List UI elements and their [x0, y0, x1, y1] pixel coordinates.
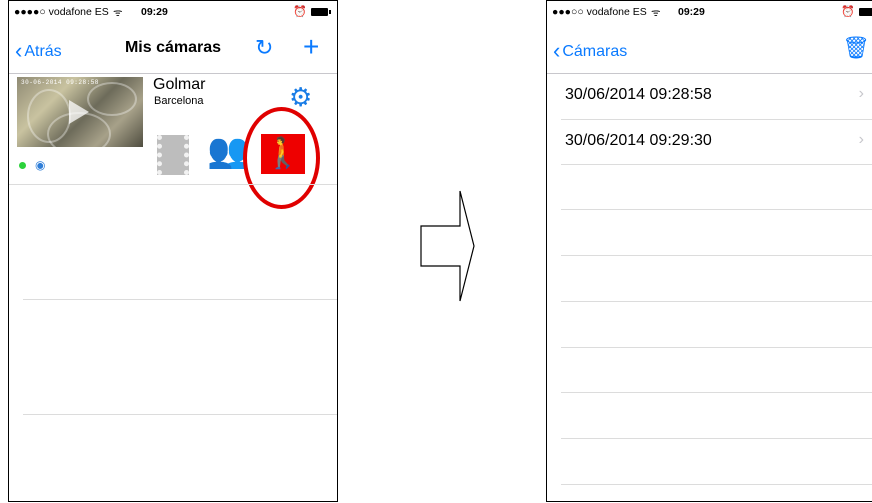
status-time: 09:29	[678, 6, 705, 18]
highlight-circle	[243, 107, 320, 209]
trash-icon[interactable]: 🗑	[842, 35, 870, 61]
row-separator	[561, 255, 872, 256]
recording-label: 30/06/2014 09:29:30	[565, 132, 712, 149]
back-button[interactable]: ‹ Cámaras	[553, 38, 627, 64]
row-separator	[9, 184, 337, 185]
status-bar: ●●●●○ vodafone ES ᯤ 09:29 ⏰	[9, 1, 337, 23]
left-screen: ●●●●○ vodafone ES ᯤ 09:29 ⏰ ‹ Atrás Mis c…	[8, 0, 338, 502]
row-separator	[23, 414, 337, 415]
globe-icon: ◉	[35, 158, 46, 172]
refresh-icon[interactable]: ↻	[255, 35, 273, 61]
add-icon[interactable]: +	[303, 31, 319, 63]
alarm-icon: ⏰	[841, 6, 855, 18]
row-separator	[561, 392, 872, 393]
row-separator	[561, 347, 872, 348]
chevron-left-icon: ‹	[553, 38, 561, 63]
thumbnail-timestamp: 30-06-2014 09:28:58	[21, 79, 99, 86]
arrow-right-icon	[420, 190, 475, 302]
carrier-label: ●●●●○ vodafone ES	[14, 6, 109, 18]
battery-icon	[311, 8, 331, 16]
chevron-right-icon: ›	[858, 131, 864, 148]
play-icon	[69, 100, 89, 124]
row-separator	[23, 299, 337, 300]
page-title: Mis cámaras	[124, 39, 222, 56]
camera-location: Barcelona	[154, 95, 204, 107]
camera-thumbnail[interactable]: 30-06-2014 09:28:58	[17, 77, 143, 147]
battery-icon	[859, 8, 872, 16]
right-screen: ●●●○○ vodafone ES ᯤ 09:29 ⏰ ‹ Cámaras 🗑 3…	[546, 0, 872, 502]
online-status-icon	[19, 162, 26, 169]
carrier-label: ●●●○○ vodafone ES	[552, 6, 647, 18]
gear-icon[interactable]: ⚙	[289, 84, 312, 110]
row-separator	[561, 164, 872, 165]
recording-label: 30/06/2014 09:28:58	[565, 86, 712, 103]
camera-list-item[interactable]: 30-06-2014 09:28:58 Golmar Barcelona ⚙ ◉…	[9, 74, 337, 209]
row-separator	[561, 438, 872, 439]
recording-item[interactable]: 30/06/2014 09:29:30 ›	[547, 120, 872, 165]
chevron-right-icon: ›	[858, 85, 864, 102]
status-bar: ●●●○○ vodafone ES ᯤ 09:29 ⏰	[547, 1, 872, 23]
alarm-icon: ⏰	[293, 6, 307, 18]
film-icon[interactable]	[157, 135, 189, 175]
row-separator	[561, 209, 872, 210]
wifi-icon: ᯤ	[113, 7, 123, 19]
back-button-label: Cámaras	[562, 43, 628, 60]
row-separator	[561, 301, 872, 302]
camera-name: Golmar	[153, 76, 206, 93]
recording-item[interactable]: 30/06/2014 09:28:58 ›	[547, 74, 872, 119]
status-time: 09:29	[141, 6, 168, 18]
navigation-bar: ‹ Atrás Mis cámaras ↻ +	[9, 23, 337, 74]
navigation-bar: ‹ Cámaras 🗑	[547, 23, 872, 74]
row-separator	[561, 484, 872, 485]
wifi-icon: ᯤ	[651, 7, 661, 19]
